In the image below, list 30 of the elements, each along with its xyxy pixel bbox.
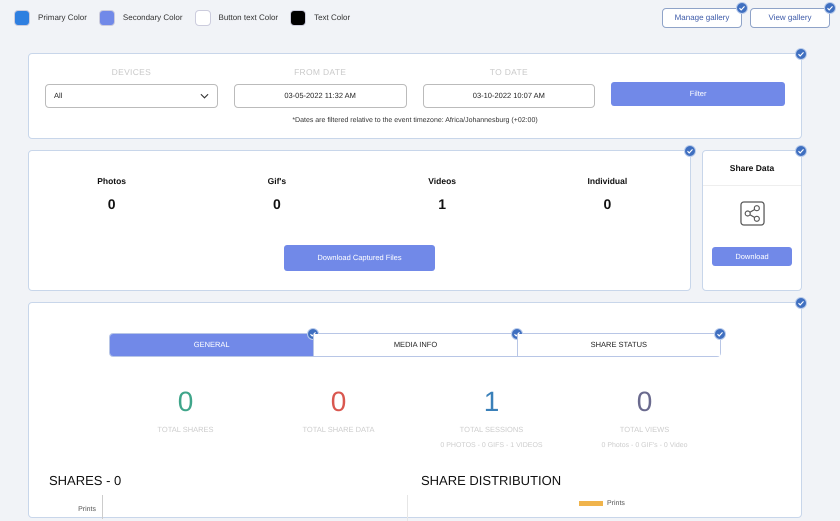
color-swatch[interactable] [14,10,30,26]
chart-title: SHARES - 0 [49,472,122,490]
share-icon [740,200,764,226]
stat-value: 0 [602,194,612,214]
check-badge-icon [736,2,748,14]
stat-value: 0 [106,194,117,214]
stat-value: 0 [272,194,282,214]
gallery-button[interactable]: View gallery [750,8,830,28]
check-badge-icon [824,2,836,14]
total-value: 1 [482,388,500,416]
swatch-label: Primary Color [38,12,87,24]
swatch-label: Button text Color [218,12,278,24]
stat-label: Gif's [266,175,288,188]
swatch-label: Text Color [314,12,350,24]
gallery-button[interactable]: Manage gallery [662,8,742,28]
share-data-title: Share Data [703,151,801,186]
stat-label: Individual [586,175,628,188]
stat-label: Videos [427,175,457,188]
axis-line [102,494,103,518]
color-swatch[interactable] [98,10,115,26]
caret-icon [200,92,209,99]
total-value: 0 [330,388,348,416]
total-value: 0 [176,388,194,416]
chart-title: SHARE DISTRIBUTION [421,472,562,490]
color-swatch[interactable] [290,10,306,26]
stat-value: 1 [437,194,448,214]
total-value: 0 [636,388,654,416]
swatch-label: Secondary Color [122,12,182,24]
stat-label: Photos [96,175,128,188]
color-swatch[interactable] [194,10,210,26]
